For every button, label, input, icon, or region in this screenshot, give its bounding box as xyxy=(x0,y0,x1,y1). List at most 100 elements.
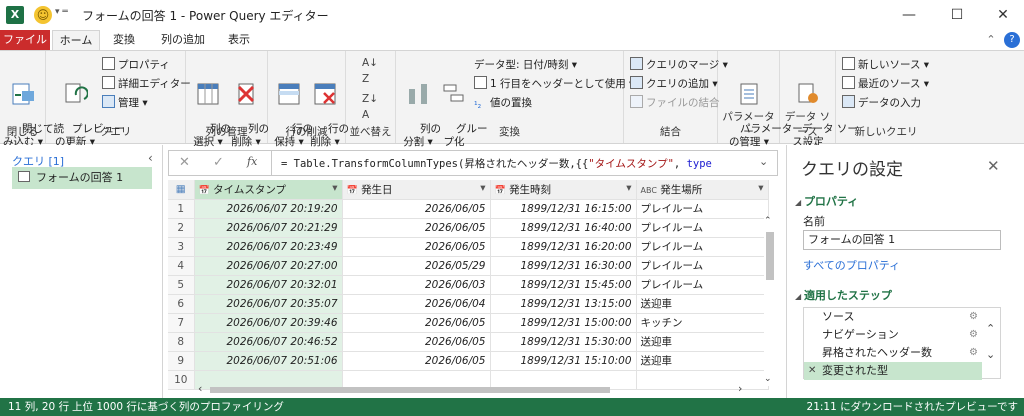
table-row[interactable]: 2 2026/06/07 20:21:29 2026/06/05 1899/12/31… xyxy=(168,218,769,238)
table-cell[interactable]: 1899/12/31 16:15:00 xyxy=(490,199,637,219)
remove-columns-button[interactable]: 列の 削除 ▾ xyxy=(228,55,269,162)
table-row[interactable]: 9 2026/06/07 20:51:06 2026/06/05 1899/12/31… xyxy=(168,351,769,371)
confirm-formula-icon[interactable]: ✓ xyxy=(213,155,224,170)
table-row[interactable]: 6 2026/06/07 20:35:07 2026/06/04 1899/12/31… xyxy=(168,294,769,314)
recent-sources-button[interactable]: 最近のソース ▾ xyxy=(842,76,929,92)
table-row[interactable]: 4 2026/06/07 20:27:00 2026/05/29 1899/12/31… xyxy=(168,256,769,276)
applied-step[interactable]: ナビゲーション ⚙ xyxy=(804,326,982,344)
table-cell[interactable]: 1899/12/31 15:30:00 xyxy=(490,332,637,352)
cancel-formula-icon[interactable]: ✕ xyxy=(179,155,190,170)
step-settings-gear-icon[interactable]: ⚙ xyxy=(969,308,978,326)
applied-step[interactable]: 昇格されたヘッダー数 ⚙ xyxy=(804,344,982,362)
steps-scroll-down-icon[interactable]: ⌄ xyxy=(986,348,995,361)
minimize-button[interactable]: — xyxy=(886,0,932,30)
table-cell[interactable]: プレイルーム xyxy=(636,199,769,219)
properties-section-header[interactable]: ◢ プロパティ xyxy=(795,193,858,209)
horizontal-scrollbar[interactable]: ‹ › xyxy=(198,382,764,396)
applied-steps-header[interactable]: ◢ 適用したステップ xyxy=(795,287,892,303)
tab-view[interactable]: 表示 xyxy=(220,30,258,50)
column-header-time[interactable]: 📅 発生時刻 ▾ xyxy=(490,180,637,200)
manage-button[interactable]: 管理 ▾ xyxy=(102,95,148,111)
table-cell[interactable]: 2026/06/07 20:46:52 xyxy=(194,332,343,352)
combine-files-button[interactable]: ファイルの結合 xyxy=(630,95,720,111)
keep-rows-button[interactable]: 行の 保持 ▾ xyxy=(272,55,313,162)
table-cell[interactable]: 1899/12/31 15:10:00 xyxy=(490,351,637,371)
table-row[interactable]: 8 2026/06/07 20:46:52 2026/06/05 1899/12/31… xyxy=(168,332,769,352)
hscroll-thumb[interactable] xyxy=(210,387,610,393)
tab-home[interactable]: ホーム xyxy=(52,30,100,50)
step-settings-gear-icon[interactable]: ⚙ xyxy=(969,326,978,344)
filter-dropdown-icon[interactable]: ▾ xyxy=(626,182,631,194)
query-item[interactable]: フォームの回答 1 xyxy=(12,167,152,189)
step-settings-gear-icon[interactable]: ⚙ xyxy=(969,344,978,362)
vertical-scrollbar[interactable]: ⌃ ⌄ xyxy=(764,216,776,386)
column-header-date[interactable]: 📅 発生日 ▾ xyxy=(342,180,491,200)
table-cell[interactable]: プレイルーム xyxy=(636,218,769,238)
table-cell[interactable]: 2026/06/07 20:23:49 xyxy=(194,237,343,257)
profiling-scope-toggle[interactable]: 上位 1000 行に基づく列のプロファイリング xyxy=(72,398,284,416)
tab-add-column[interactable]: 列の追加 xyxy=(150,30,216,50)
filter-dropdown-icon[interactable]: ▾ xyxy=(758,182,763,194)
tab-file[interactable]: ファイル xyxy=(0,30,50,50)
close-window-button[interactable]: ✕ xyxy=(980,0,1024,30)
column-header-timestamp[interactable]: 📅 タイムスタンプ ▾ xyxy=(194,180,343,200)
query-name-input[interactable]: フォームの回答 1 xyxy=(803,230,1001,250)
steps-scroll-up-icon[interactable]: ⌃ xyxy=(986,322,995,335)
table-cell[interactable]: プレイルーム xyxy=(636,275,769,295)
table-cell[interactable]: 2026/06/05 xyxy=(342,351,491,371)
column-header-location[interactable]: ABC 発生場所 ▾ xyxy=(636,180,769,200)
table-menu-icon[interactable]: ▦ xyxy=(168,180,195,200)
collapse-ribbon-icon[interactable]: ⌃ xyxy=(984,30,998,50)
remove-rows-button[interactable]: 行の 削除 ▾ xyxy=(308,55,349,162)
maximize-button[interactable]: ☐ xyxy=(934,0,980,30)
advanced-editor-button[interactable]: 詳細エディター xyxy=(102,76,191,92)
sort-ascending-icon[interactable]: A↓ Z xyxy=(362,55,378,85)
help-icon[interactable]: ? xyxy=(1004,32,1020,48)
scroll-up-icon[interactable]: ⌃ xyxy=(764,216,772,226)
table-cell[interactable]: 2026/06/07 20:27:00 xyxy=(194,256,343,276)
table-cell[interactable]: プレイルーム xyxy=(636,237,769,257)
table-cell[interactable]: 2026/06/07 20:32:01 xyxy=(194,275,343,295)
data-type-dropdown[interactable]: データ型: 日付/時刻 ▾ xyxy=(474,57,577,73)
filter-dropdown-icon[interactable]: ▾ xyxy=(480,182,485,194)
group-by-button[interactable]: グルー プ化 xyxy=(436,55,488,162)
use-first-row-as-headers-button[interactable]: 1 行目をヘッダーとして使用 ▾ xyxy=(474,76,634,92)
table-cell[interactable]: 2026/06/05 xyxy=(342,313,491,333)
expand-formula-icon[interactable]: ⌄ xyxy=(759,155,768,168)
scroll-right-icon[interactable]: › xyxy=(738,382,742,395)
table-cell[interactable]: 2026/06/07 20:51:06 xyxy=(194,351,343,371)
table-cell[interactable]: 1899/12/31 15:00:00 xyxy=(490,313,637,333)
table-cell[interactable]: 2026/05/29 xyxy=(342,256,491,276)
table-cell[interactable]: 2026/06/05 xyxy=(342,218,491,238)
split-column-button[interactable]: 列の 分割 ▾ xyxy=(400,55,441,162)
table-row[interactable]: 3 2026/06/07 20:23:49 2026/06/05 1899/12/31… xyxy=(168,237,769,257)
sort-descending-icon[interactable]: Z↓ A xyxy=(362,91,378,121)
table-cell[interactable]: 送迎車 xyxy=(636,351,769,371)
table-cell[interactable]: 1899/12/31 13:15:00 xyxy=(490,294,637,314)
enter-data-button[interactable]: データの入力 xyxy=(842,95,921,111)
table-row[interactable]: 7 2026/06/07 20:39:46 2026/06/05 1899/12/31… xyxy=(168,313,769,333)
table-cell[interactable]: 2026/06/05 xyxy=(342,237,491,257)
table-cell[interactable]: 2026/06/04 xyxy=(342,294,491,314)
table-cell[interactable]: 送迎車 xyxy=(636,332,769,352)
table-cell[interactable]: 2026/06/07 20:35:07 xyxy=(194,294,343,314)
all-properties-link[interactable]: すべてのプロパティ xyxy=(803,257,900,273)
table-row[interactable]: 5 2026/06/07 20:32:01 2026/06/03 1899/12/31… xyxy=(168,275,769,295)
table-cell[interactable]: 1899/12/31 16:30:00 xyxy=(490,256,637,276)
table-cell[interactable]: 1899/12/31 15:45:00 xyxy=(490,275,637,295)
merge-queries-button[interactable]: クエリのマージ ▾ xyxy=(630,57,728,73)
new-source-button[interactable]: 新しいソース ▾ xyxy=(842,57,929,73)
table-cell[interactable]: 2026/06/05 xyxy=(342,332,491,352)
quick-access-dropdown-icon[interactable]: ▾ ═ xyxy=(55,7,68,17)
tab-transform[interactable]: 変換 xyxy=(104,30,144,50)
scroll-down-icon[interactable]: ⌄ xyxy=(764,374,772,384)
table-cell[interactable]: 2026/06/03 xyxy=(342,275,491,295)
table-cell[interactable]: キッチン xyxy=(636,313,769,333)
scroll-left-icon[interactable]: ‹ xyxy=(198,382,202,395)
collapse-panel-icon[interactable]: ‹ xyxy=(148,151,153,165)
delete-step-icon[interactable]: ✕ xyxy=(808,362,816,380)
replace-values-button[interactable]: ¹₂ 値の置換 xyxy=(474,95,532,111)
filter-dropdown-icon[interactable]: ▾ xyxy=(332,182,337,194)
smiley-feedback-icon[interactable]: ☺ xyxy=(34,6,52,24)
applied-step[interactable]: ✕ 変更された型 xyxy=(804,362,982,380)
